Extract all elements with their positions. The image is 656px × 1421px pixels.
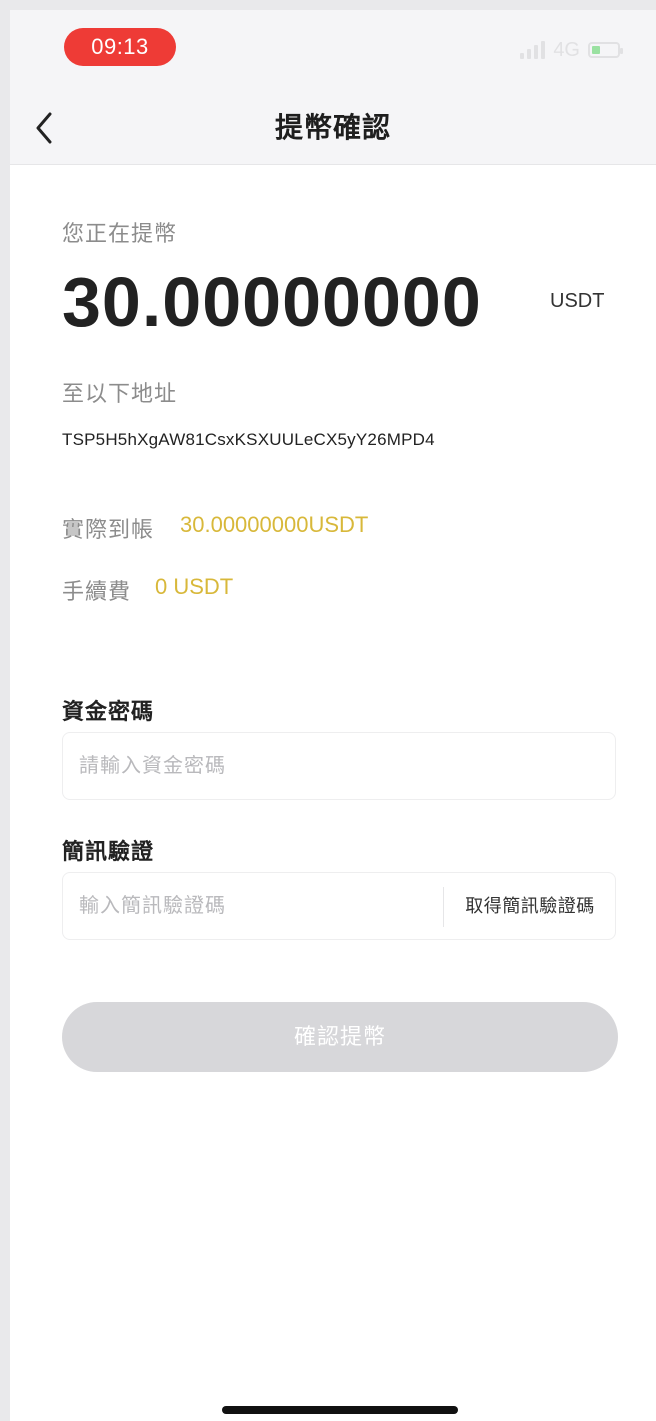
fee-label: 手續費 [62,579,132,604]
signal-icon [520,41,546,59]
get-sms-code-button[interactable]: 取得簡訊驗證碼 [444,873,616,939]
fund-password-field [62,732,616,800]
confirm-withdraw-button[interactable]: 確認提幣 [62,1002,618,1072]
fund-password-title: 資金密碼 [62,699,155,724]
page-title: 提幣確認 [274,112,391,143]
withdraw-intro-label: 您正在提幣 [62,221,178,246]
network-label: 4G [553,38,580,61]
fund-password-input[interactable] [79,733,599,799]
fee-value: 0 USDT [155,574,234,599]
sms-verify-title: 簡訊驗證 [62,839,155,864]
address-label: 至以下地址 [62,381,178,406]
received-label: 實際到帳 [62,517,155,542]
sms-verify-field: 取得簡訊驗證碼 [62,872,616,940]
withdraw-amount: 30.00000000 [62,263,482,341]
battery-icon [588,42,623,58]
sms-code-input[interactable] [79,873,429,939]
received-value: 30.00000000USDT [180,512,369,537]
top-bar: 09:13 4G 提幣確認 [10,10,656,165]
withdraw-address: TSP5H5hXgAW81CsxKSXUULeCX5yY26MPD4 [62,430,435,449]
screen: 09:13 4G 提幣確認 您正在提幣 30.00000000 USDT 至以下… [10,10,656,1421]
status-time: 09:13 [64,28,176,66]
status-icons: 4G [520,38,623,62]
withdraw-amount-unit: USDT [550,290,605,312]
home-indicator [222,1406,458,1414]
